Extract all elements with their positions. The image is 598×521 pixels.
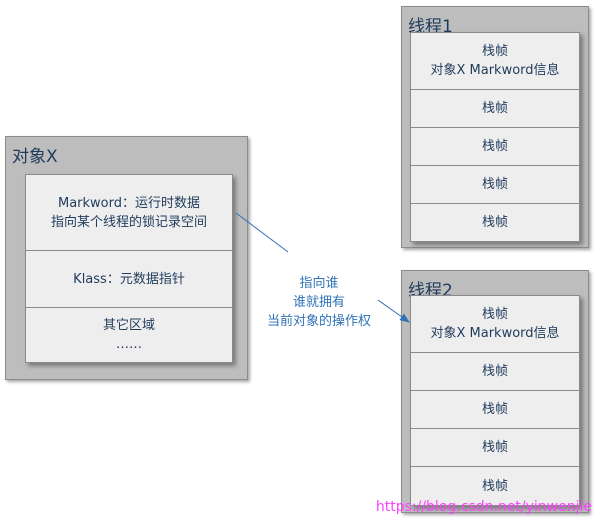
watermark: https://blog.csdn.net/yinwenjie (375, 499, 592, 515)
thread1-frame-label: 栈帧 (481, 215, 508, 230)
other-area-cell: 其它区域 …… (26, 308, 232, 362)
thread2-frame-top: 栈帧 对象X Markword信息 (411, 296, 579, 353)
thread1-frame-label: 栈帧 (481, 177, 508, 192)
thread1-frame-label: 栈帧 (481, 101, 508, 116)
thread1-frame: 栈帧 (411, 90, 579, 128)
thread2-frame: 栈帧 (411, 353, 579, 391)
object-x-stack: Markword：运行时数据 指向某个线程的锁记录空间 Klass：元数据指针 … (25, 174, 233, 363)
thread1-stack: 栈帧 对象X Markword信息 栈帧 栈帧 栈帧 栈帧 (410, 32, 580, 242)
thread2-stack: 栈帧 对象X Markword信息 栈帧 栈帧 栈帧 栈帧 (410, 295, 580, 506)
thread1-frame-top-label: 栈帧 (481, 44, 508, 59)
thread2-frame-label: 栈帧 (481, 478, 508, 494)
connector-label-line: 指向谁 (299, 276, 339, 291)
thread2-frame: 栈帧 (411, 391, 579, 429)
thread1-frame-label: 栈帧 (481, 139, 508, 154)
ellipsis: …… (116, 337, 142, 352)
thread2-frame-label: 栈帧 (481, 440, 508, 455)
markword-label: Markword：运行时数据 (57, 195, 200, 211)
markword-cell: Markword：运行时数据 指向某个线程的锁记录空间 (26, 175, 232, 251)
klass-label: Klass：元数据指针 (73, 271, 185, 287)
klass-cell: Klass：元数据指针 (26, 251, 232, 308)
thread1-frame-top: 栈帧 对象X Markword信息 (411, 33, 579, 90)
object-x-title: 对象X (12, 147, 58, 167)
thread2-frame-label: 栈帧 (481, 402, 508, 417)
thread1-frame: 栈帧 (411, 128, 579, 166)
thread1-frame: 栈帧 (411, 166, 579, 204)
connector-label-line: 当前对象的操作权 (266, 314, 371, 329)
thread2-panel: 线程2 栈帧 对象X Markword信息 栈帧 栈帧 栈帧 栈帧 (401, 270, 589, 513)
thread2-markword-info: 对象X Markword信息 (430, 326, 560, 341)
thread2-frame: 栈帧 (411, 429, 579, 467)
thread1-panel: 线程1 栈帧 对象X Markword信息 栈帧 栈帧 栈帧 栈帧 (401, 6, 589, 248)
object-x-panel: 对象X Markword：运行时数据 指向某个线程的锁记录空间 Klass：元数… (5, 136, 248, 380)
thread1-markword-info: 对象X Markword信息 (430, 63, 560, 78)
connector-label: 指向谁 谁就拥有 当前对象的操作权 (246, 274, 392, 331)
other-area-label: 其它区域 (102, 318, 155, 333)
thread1-frame: 栈帧 (411, 204, 579, 241)
connector-label-line: 谁就拥有 (292, 295, 345, 310)
thread2-frame-top-label: 栈帧 (481, 307, 508, 322)
markword-pointer-label: 指向某个线程的锁记录空间 (50, 214, 207, 230)
thread2-frame-label: 栈帧 (481, 364, 508, 379)
